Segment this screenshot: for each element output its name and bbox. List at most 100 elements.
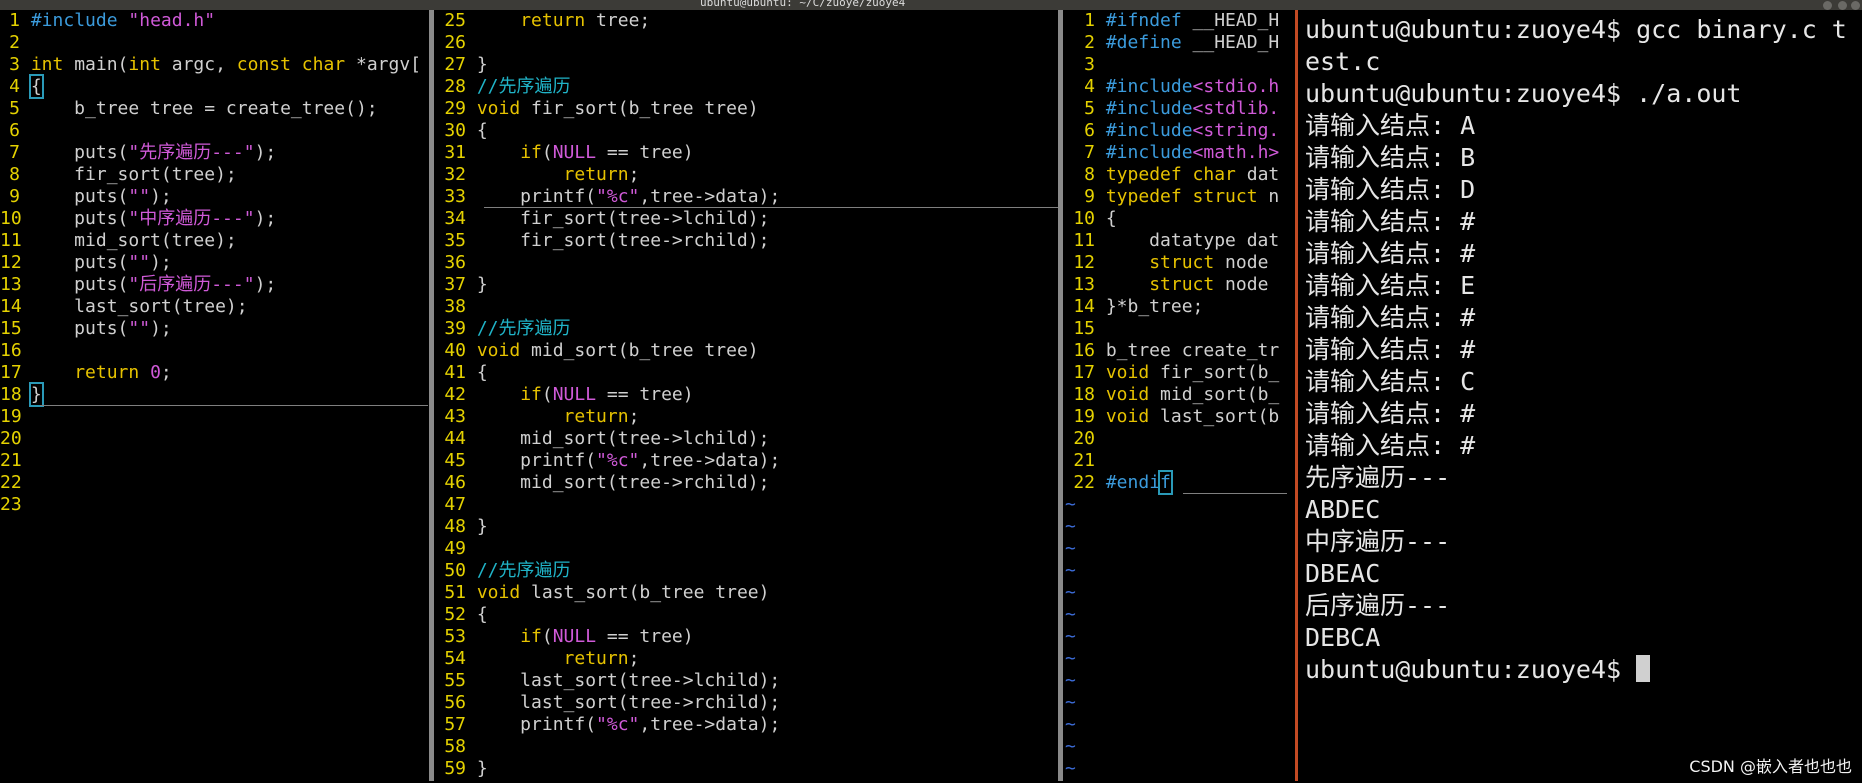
- code-line[interactable]: 46 mid_sort(tree->rchild);: [436, 472, 769, 494]
- code-line[interactable]: 54 return;: [436, 648, 639, 670]
- code-line[interactable]: 9 puts("");: [0, 186, 172, 208]
- code-line[interactable]: 49: [436, 538, 477, 560]
- code-line[interactable]: 3: [1065, 54, 1106, 76]
- code-line[interactable]: 15: [1065, 318, 1106, 340]
- code-line[interactable]: 8 typedef char dat: [1065, 164, 1279, 186]
- code-line[interactable]: 45 printf("%c",tree->data);: [436, 450, 780, 472]
- code-line[interactable]: 3 int main(int argc, const char *argv[: [0, 54, 421, 76]
- code-line[interactable]: 1 #include "head.h": [0, 10, 215, 32]
- code-line[interactable]: 19: [0, 406, 31, 428]
- maximize-icon[interactable]: [1838, 1, 1847, 10]
- code-line[interactable]: 20: [0, 428, 31, 450]
- code-line[interactable]: 29 void fir_sort(b_tree tree): [436, 98, 758, 120]
- code-line[interactable]: 41 {: [436, 362, 487, 384]
- code-line[interactable]: 52 {: [436, 604, 487, 626]
- line-number: 8: [1084, 164, 1095, 185]
- code-line[interactable]: 5 #include<stdlib.: [1065, 98, 1279, 120]
- code-line[interactable]: 19 void last_sort(b: [1065, 406, 1279, 428]
- code-line[interactable]: 13 struct node: [1065, 274, 1268, 296]
- code-line[interactable]: 10 puts("中序遍历---");: [0, 208, 276, 230]
- code-line[interactable]: 56 last_sort(tree->rchild);: [436, 692, 780, 714]
- code-line[interactable]: 31 if(NULL == tree): [436, 142, 693, 164]
- code-line[interactable]: 36: [436, 252, 477, 274]
- code-line[interactable]: 12 puts("");: [0, 252, 172, 274]
- code-line[interactable]: 11 datatype dat: [1065, 230, 1279, 252]
- code-line[interactable]: 26: [436, 32, 477, 54]
- code-line[interactable]: 39 //先序遍历: [436, 318, 570, 340]
- code-line[interactable]: 51 void last_sort(b_tree tree): [436, 582, 769, 604]
- code-line[interactable]: 11 mid_sort(tree);: [0, 230, 237, 252]
- code-line[interactable]: 23: [0, 494, 31, 516]
- code-line[interactable]: 5 b_tree tree = create_tree();: [0, 98, 377, 120]
- code-line[interactable]: 35 fir_sort(tree->rchild);: [436, 230, 769, 252]
- code-line[interactable]: 21: [1065, 450, 1106, 472]
- code-line[interactable]: 34 fir_sort(tree->lchild);: [436, 208, 769, 230]
- code-line[interactable]: 50 //先序遍历: [436, 560, 570, 582]
- vim-pane-binary-c[interactable]: 25 return tree; 26 27 } 28 //先序遍历 29 void f…: [436, 10, 1058, 781]
- code-line[interactable]: 4 {: [0, 74, 44, 99]
- code-line[interactable]: 7 puts("先序遍历---");: [0, 142, 276, 164]
- vim-pane-head-h[interactable]: 1 #ifndef __HEAD_H 2 #define __HEAD_H 3 4 …: [1065, 10, 1287, 781]
- code-line[interactable]: 43 return;: [436, 406, 639, 428]
- code-line[interactable]: 20: [1065, 428, 1106, 450]
- code-line[interactable]: 58: [436, 736, 477, 758]
- code-line[interactable]: 22: [0, 472, 31, 494]
- code-line[interactable]: 16 b_tree create_tr: [1065, 340, 1279, 362]
- code-line[interactable]: 7 #include<math.h>: [1065, 142, 1279, 164]
- code-line[interactable]: 48 }: [436, 516, 487, 538]
- code-text: int main(int argc, const char *argv[: [30, 54, 421, 75]
- vim-pane-main-c[interactable]: 1 #include "head.h" 2 3 int main(int argc…: [0, 10, 428, 781]
- code-line[interactable]: 27 }: [436, 54, 487, 76]
- code-line[interactable]: 18 }: [0, 382, 44, 407]
- code-line[interactable]: 12 struct node: [1065, 252, 1268, 274]
- code-line[interactable]: 25 return tree;: [436, 10, 650, 32]
- code-line[interactable]: 59 }: [436, 758, 488, 780]
- code-text: #ifndef __HEAD_H: [1105, 10, 1280, 31]
- code-line[interactable]: 8 fir_sort(tree);: [0, 164, 237, 186]
- code-line[interactable]: 44 mid_sort(tree->lchild);: [436, 428, 769, 450]
- code-line[interactable]: 18 void mid_sort(b_: [1065, 384, 1279, 406]
- code-line[interactable]: 33 printf("%c",tree->data);: [436, 186, 780, 208]
- line-number: 50: [444, 560, 466, 581]
- code-line[interactable]: 55 last_sort(tree->lchild);: [436, 670, 780, 692]
- code-line[interactable]: 1 #ifndef __HEAD_H: [1065, 10, 1279, 32]
- code-line[interactable]: 28 //先序遍历: [436, 76, 570, 98]
- code-line[interactable]: 6 #include<string.: [1065, 120, 1279, 142]
- pane-separator[interactable]: [429, 10, 434, 781]
- code-line[interactable]: 6: [0, 120, 31, 142]
- code-line[interactable]: 15 puts("");: [0, 318, 172, 340]
- code-line[interactable]: 32 return;: [436, 164, 639, 186]
- code-line[interactable]: 21: [0, 450, 31, 472]
- code-text: }: [466, 758, 488, 779]
- terminal-prompt[interactable]: ubuntu@ubuntu:zuoye4$: [1305, 654, 1651, 686]
- code-line[interactable]: 53 if(NULL == tree): [436, 626, 693, 648]
- close-icon[interactable]: [1851, 1, 1860, 10]
- code-line[interactable]: 17 return 0;: [0, 362, 172, 384]
- line-number: 41: [444, 362, 466, 383]
- code-line[interactable]: 2 #define __HEAD_H: [1065, 32, 1279, 54]
- code-line[interactable]: 9 typedef struct n: [1065, 186, 1279, 208]
- code-text: printf("%c",tree->data);: [466, 450, 781, 471]
- code-line[interactable]: 10 {: [1065, 208, 1116, 230]
- code-line[interactable]: 13 puts("后序遍历---");: [0, 274, 276, 296]
- minimize-icon[interactable]: [1823, 1, 1832, 10]
- pane-separator[interactable]: [1058, 10, 1063, 781]
- code-line[interactable]: 22 #endif: [1065, 470, 1173, 495]
- code-line[interactable]: 42 if(NULL == tree): [436, 384, 693, 406]
- code-line[interactable]: 17 void fir_sort(b_: [1065, 362, 1279, 384]
- code-line[interactable]: 47: [436, 494, 477, 516]
- code-line[interactable]: 14 }*b_tree;: [1065, 296, 1203, 318]
- code-line[interactable]: 2: [0, 32, 31, 54]
- code-line[interactable]: 16: [0, 340, 31, 362]
- code-line[interactable]: 40 void mid_sort(b_tree tree): [436, 340, 758, 362]
- code-line[interactable]: 14 last_sort(tree);: [0, 296, 248, 318]
- code-line[interactable]: 30 {: [436, 120, 487, 142]
- code-line[interactable]: 37 }: [436, 274, 487, 296]
- code-line[interactable]: 4 #include<stdio.h: [1065, 76, 1279, 98]
- terminal[interactable]: ubuntu@ubuntu:zuoye4$ gcc binary.c t est.…: [1301, 10, 1862, 781]
- code-line[interactable]: 57 printf("%c",tree->data);: [436, 714, 780, 736]
- code-line[interactable]: 38: [436, 296, 477, 318]
